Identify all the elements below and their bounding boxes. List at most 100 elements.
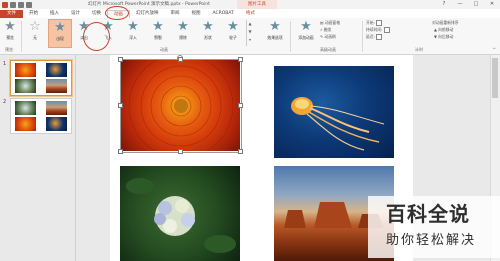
tab-review[interactable]: 审阅 xyxy=(165,10,186,18)
preview-star-icon: ★ xyxy=(4,19,16,34)
more-icon[interactable]: ▾ xyxy=(247,36,253,44)
tab-transitions[interactable]: 切换 xyxy=(86,10,107,18)
slide-thumbnail-2[interactable] xyxy=(10,98,72,134)
collapse-ribbon-button[interactable]: ^ xyxy=(493,47,496,52)
picture-hydrangea[interactable] xyxy=(120,166,240,261)
start-dropdown[interactable] xyxy=(376,20,383,26)
star-outline-icon: ☆ xyxy=(29,19,41,34)
effect-shape[interactable]: ★ 形状 xyxy=(197,19,219,46)
animation-pane-button[interactable]: ▤ 动画窗格 xyxy=(320,20,340,25)
effect-float-in[interactable]: ★ 浮入 xyxy=(122,19,144,46)
undo-icon[interactable] xyxy=(18,1,24,8)
resize-handle[interactable] xyxy=(118,57,123,62)
selection-frame xyxy=(120,59,242,153)
effect-appear-label: 出现 xyxy=(56,36,64,41)
move-later-button[interactable]: ▼ 向后移动 xyxy=(434,34,453,39)
slide-thumbnail-pane: 1 2 xyxy=(0,55,76,261)
tab-insert[interactable]: 插入 xyxy=(44,10,65,18)
resize-handle[interactable] xyxy=(178,57,183,62)
effect-none[interactable]: ☆ 无 xyxy=(24,19,46,46)
preview-button[interactable]: ★ 预览 xyxy=(2,19,18,46)
divider xyxy=(362,21,363,52)
effect-options-icon: ★ xyxy=(269,19,281,34)
add-animation-icon: ★ xyxy=(300,19,312,34)
star-icon: ★ xyxy=(54,20,66,35)
window-controls: ? — □ ✕ xyxy=(440,1,496,7)
scroll-up-icon[interactable]: ▲ xyxy=(247,20,253,28)
animation-pane-label: 动画窗格 xyxy=(324,20,340,25)
quick-access-toolbar xyxy=(0,0,32,9)
redo-icon[interactable] xyxy=(26,1,32,8)
effect-none-label: 无 xyxy=(33,35,37,40)
close-button[interactable]: ✕ xyxy=(488,1,496,7)
thumb-flower-image xyxy=(15,63,36,77)
effect-split[interactable]: ★ 劈裂 xyxy=(147,19,169,46)
effect-appear[interactable]: ★ 出现 xyxy=(48,19,72,48)
thumb-jellyfish-image xyxy=(46,117,67,131)
slide-number: 2 xyxy=(3,99,7,105)
add-animation-button[interactable]: ★ 添加动画 xyxy=(294,19,318,46)
watermark-subtitle: 助你轻松解决 xyxy=(386,233,477,248)
minimize-button[interactable]: — xyxy=(456,1,464,7)
effect-float-in-label: 浮入 xyxy=(129,35,137,40)
callout-circle-effect xyxy=(83,22,110,51)
start-label: 开始: xyxy=(366,20,375,25)
thumb-flower-image xyxy=(15,117,36,131)
star-icon: ★ xyxy=(177,19,189,34)
tab-home[interactable]: 开始 xyxy=(23,10,44,18)
slide-thumbnail-1[interactable] xyxy=(10,60,72,96)
gallery-scroll[interactable]: ▲ ▼ ▾ xyxy=(246,20,253,46)
move-earlier-label: 向前移动 xyxy=(438,27,454,32)
resize-handle[interactable] xyxy=(118,149,123,154)
group-label-timing: 计时 xyxy=(415,47,423,52)
resize-handle[interactable] xyxy=(238,149,243,154)
tab-view[interactable]: 视图 xyxy=(186,10,207,18)
tab-design[interactable]: 设计 xyxy=(65,10,86,18)
divider xyxy=(21,21,22,52)
resize-handle[interactable] xyxy=(178,149,183,154)
animation-painter-button[interactable]: ✎ 动画刷 xyxy=(320,34,336,39)
animation-pane-icon: ▤ xyxy=(320,20,324,25)
effect-wheel[interactable]: ★ 轮子 xyxy=(222,19,244,46)
move-earlier-button[interactable]: ▲ 向前移动 xyxy=(434,27,453,32)
timing-start[interactable]: 开始: xyxy=(366,20,383,26)
arrow-down-icon: ▼ xyxy=(434,34,437,39)
thumb-desert-image xyxy=(46,79,67,93)
trigger-icon: ⚡ xyxy=(320,27,323,32)
effect-wipe-label: 擦除 xyxy=(179,35,187,40)
maximize-button[interactable]: □ xyxy=(472,1,480,7)
resize-handle[interactable] xyxy=(238,103,243,108)
trigger-label: 触发 xyxy=(323,27,332,32)
effect-options-button[interactable]: ★ 效果选项 xyxy=(263,19,287,46)
scroll-down-icon[interactable]: ▼ xyxy=(247,28,253,36)
tab-acrobat[interactable]: ACROBAT xyxy=(207,10,240,18)
duration-label: 持续时间: xyxy=(366,27,383,32)
resize-handle[interactable] xyxy=(238,57,243,62)
help-button[interactable]: ? xyxy=(440,1,448,7)
group-label-preview: 预览 xyxy=(5,47,13,52)
timing-duration[interactable]: 持续时间: xyxy=(366,27,391,33)
delay-spinner[interactable] xyxy=(376,34,383,40)
thumb-desert-image xyxy=(46,101,67,115)
tab-file[interactable]: 文件 xyxy=(0,10,23,18)
thumb-hydrangea-image xyxy=(15,101,36,115)
duration-spinner[interactable] xyxy=(383,27,390,33)
tab-slideshow[interactable]: 幻灯片放映 xyxy=(130,10,165,18)
save-icon[interactable] xyxy=(10,1,16,8)
jellyfish-graphic xyxy=(291,97,385,151)
watermark-title: 百科全说 xyxy=(386,202,470,226)
effect-wipe[interactable]: ★ 擦除 xyxy=(172,19,194,46)
delay-label: 延迟: xyxy=(366,34,375,39)
timing-delay[interactable]: 延迟: xyxy=(366,34,383,40)
group-label-advanced: 高级动画 xyxy=(320,47,336,52)
slide-number: 1 xyxy=(3,61,7,67)
ribbon: ★ 预览 ☆ 无 ★ 出现 ★ 淡出 ★ 飞入 ★ 浮入 ★ 劈裂 ★ 擦除 ★… xyxy=(0,18,500,55)
trigger-button[interactable]: ⚡ 触发 xyxy=(320,27,331,32)
scrollbar-thumb[interactable] xyxy=(492,58,498,98)
group-label-animation: 动画 xyxy=(160,47,168,52)
tab-format[interactable]: 格式 xyxy=(240,10,261,18)
effect-options-label: 效果选项 xyxy=(267,35,283,40)
picture-jellyfish[interactable] xyxy=(274,66,394,158)
resize-handle[interactable] xyxy=(118,103,123,108)
star-icon: ★ xyxy=(202,19,214,34)
